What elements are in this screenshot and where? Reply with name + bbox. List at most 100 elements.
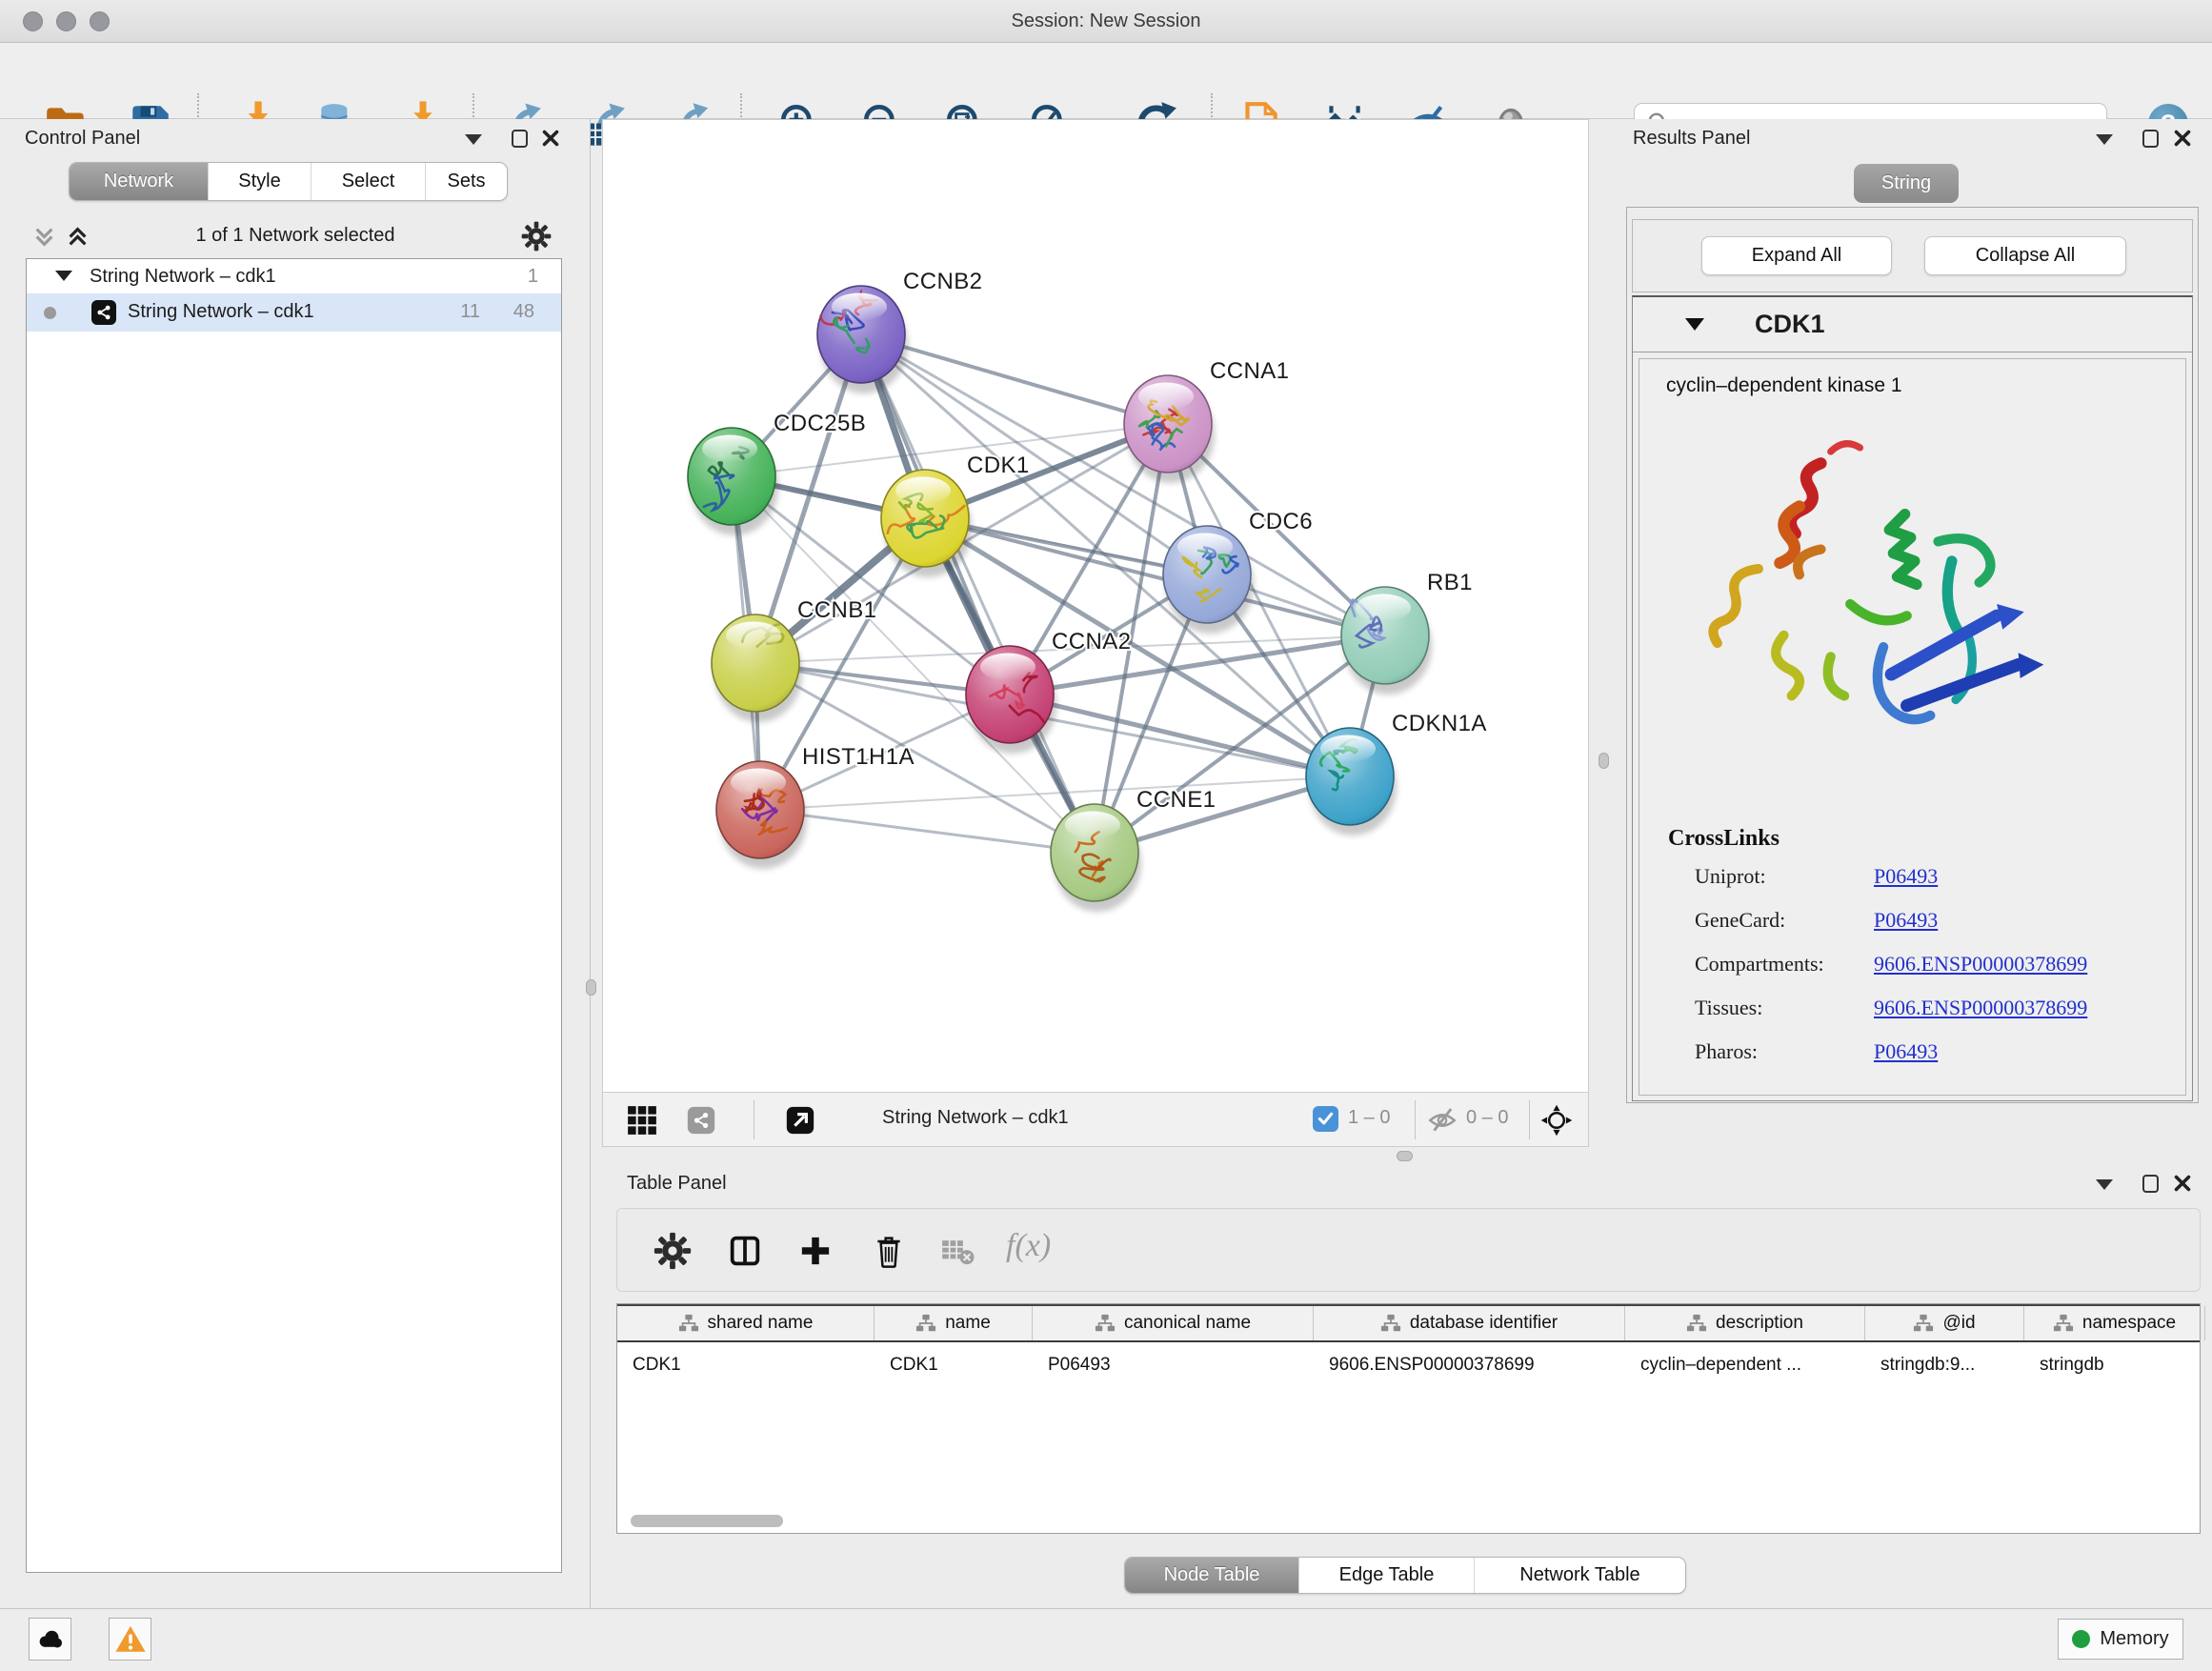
tab-string[interactable]: String [1854,164,1959,203]
string-app-icon [91,300,116,325]
table-options-gear-icon[interactable] [652,1230,694,1272]
node-label-RB1: RB1 [1427,570,1473,595]
crosslink-link[interactable]: 9606.ENSP00000378699 [1874,996,2087,1019]
collapse-section-icon[interactable] [1685,318,1704,331]
table-row[interactable]: CDK1CDK1P064939606.ENSP00000378699cyclin… [617,1346,2200,1384]
control-panel-tabs: NetworkStyleSelectSets [69,162,508,201]
tab-network-table[interactable]: Network Table [1474,1558,1685,1593]
protein-structure-image [1670,413,2089,794]
column-header-namespace[interactable]: namespace [2024,1306,2205,1340]
collapse-all-button[interactable]: Collapse All [1924,236,2126,275]
tab-sets[interactable]: Sets [425,163,507,200]
control-panel-title: Control Panel [25,128,140,150]
cell-canonical-name[interactable]: P06493 [1033,1346,1314,1384]
network-list: String Network – cdk1 1 String Network –… [26,258,562,1573]
cell-namespace[interactable]: stringdb [2024,1346,2205,1384]
gene-section-header[interactable]: CDK1 [1633,297,2192,352]
crosslink-link[interactable]: P06493 [1874,864,1938,888]
close-panel-icon[interactable] [2173,129,2192,148]
node-table: shared namenamecanonical namedatabase id… [616,1303,2201,1534]
column-type-icon [1380,1313,1401,1334]
column-header-canonical-name[interactable]: canonical name [1033,1306,1314,1340]
column-type-icon [1095,1313,1116,1334]
left-splitter-handle[interactable] [586,979,596,996]
cell-name[interactable]: CDK1 [875,1346,1033,1384]
network-canvas[interactable]: CCNB2 CCNA1 CDC25B CDK1 CDC6 RB1 CCNB1 [603,120,1588,1092]
crosslink-label: Uniprot: [1695,864,1874,889]
tab-style[interactable]: Style [208,163,311,200]
delete-table-icon[interactable] [936,1230,978,1272]
delete-column-icon[interactable] [868,1230,910,1272]
column-type-icon [1686,1313,1707,1334]
string-results-container: Expand All Collapse All CDK1 cyclin–depe… [1626,207,2199,1103]
network-row-selected[interactable]: String Network – cdk1 11 48 [27,293,561,332]
cell--id[interactable]: stringdb:9... [1865,1346,2024,1384]
cell-database-identifier[interactable]: 9606.ENSP00000378699 [1314,1346,1625,1384]
table-toolbar: f(x) [616,1208,2201,1292]
expand-all-icon[interactable] [65,224,90,250]
add-column-icon[interactable] [794,1230,836,1272]
function-builder-icon[interactable]: f(x) [1006,1228,1051,1264]
crosslink-link[interactable]: 9606.ENSP00000378699 [1874,952,2087,976]
status-bar: Memory [0,1608,2212,1671]
float-panel-icon[interactable] [465,134,482,145]
grid-view-icon[interactable] [624,1102,660,1138]
collection-name: String Network – cdk1 [90,266,276,288]
tab-network[interactable]: Network [70,163,208,200]
float-panel-icon[interactable] [2096,134,2113,145]
cell-description[interactable]: cyclin–dependent ... [1625,1346,1865,1384]
crosslink-label: Compartments: [1695,952,1874,976]
network-view-toolbar: String Network – cdk1 1 – 0 0 – 0 [603,1092,1588,1146]
collapse-collection-icon[interactable] [55,271,72,281]
tab-select[interactable]: Select [311,163,425,200]
hidden-eye-icon[interactable] [1424,1102,1460,1138]
collection-count: 1 [528,266,538,288]
horizontal-scrollbar[interactable] [631,1515,783,1527]
maximize-panel-icon[interactable] [2142,130,2159,148]
hidden-node-edge-count: 0 – 0 [1466,1107,1508,1129]
close-panel-icon[interactable] [541,129,560,148]
close-panel-icon[interactable] [2173,1174,2192,1193]
column-type-icon [2053,1313,2074,1334]
selected-node-edge-count: 1 – 0 [1348,1107,1390,1129]
crosslink-link[interactable]: P06493 [1874,1039,1938,1063]
network-options-gear-icon[interactable] [521,221,552,252]
collapse-all-icon[interactable] [31,224,57,250]
crosslink-row-uniprot-: Uniprot:P06493 [1695,864,2087,908]
network-collection-row[interactable]: String Network – cdk1 1 [27,259,561,293]
network-selection-status-row: 1 of 1 Network selected [0,218,591,256]
crosslink-row-genecard-: GeneCard:P06493 [1695,908,2087,952]
separator [1415,1100,1416,1139]
float-panel-icon[interactable] [2096,1179,2113,1190]
cell-shared-name[interactable]: CDK1 [617,1346,875,1384]
memory-button[interactable]: Memory [2058,1619,2183,1660]
crosslink-link[interactable]: P06493 [1874,908,1938,932]
gene-section-content: cyclin–dependent kinase 1 [1639,358,2186,1096]
column-header--id[interactable]: @id [1865,1306,2024,1340]
right-splitter-handle[interactable] [1599,753,1609,769]
warnings-icon[interactable] [109,1618,151,1661]
pan-target-icon[interactable] [1538,1102,1575,1138]
selected-checkbox-icon[interactable] [1313,1106,1338,1132]
crosslink-row-tissues-: Tissues:9606.ENSP00000378699 [1695,996,2087,1039]
network-status-dot [44,307,56,319]
expand-all-button[interactable]: Expand All [1701,236,1892,275]
birds-eye-view-icon[interactable] [683,1102,719,1138]
column-header-database-identifier[interactable]: database identifier [1314,1306,1625,1340]
column-header-shared-name[interactable]: shared name [617,1306,875,1340]
horizontal-splitter-handle[interactable] [1397,1151,1413,1161]
title-bar[interactable]: Session: New Session [0,0,2212,43]
node-label-CDKN1A: CDKN1A [1392,711,1487,736]
column-header-name[interactable]: name [875,1306,1033,1340]
open-in-new-window-icon[interactable] [782,1102,818,1138]
memory-status-icon [2072,1630,2090,1648]
tab-edge-table[interactable]: Edge Table [1298,1558,1474,1593]
tab-node-table[interactable]: Node Table [1125,1558,1298,1593]
maximize-panel-icon[interactable] [2142,1175,2159,1193]
table-panel: Table Panel f(x) shared namenamecanonica… [602,1164,2212,1608]
maximize-panel-icon[interactable] [512,130,528,148]
cloud-icon[interactable] [29,1618,71,1661]
column-header-description[interactable]: description [1625,1306,1865,1340]
show-columns-icon[interactable] [724,1230,766,1272]
column-type-icon [678,1313,699,1334]
